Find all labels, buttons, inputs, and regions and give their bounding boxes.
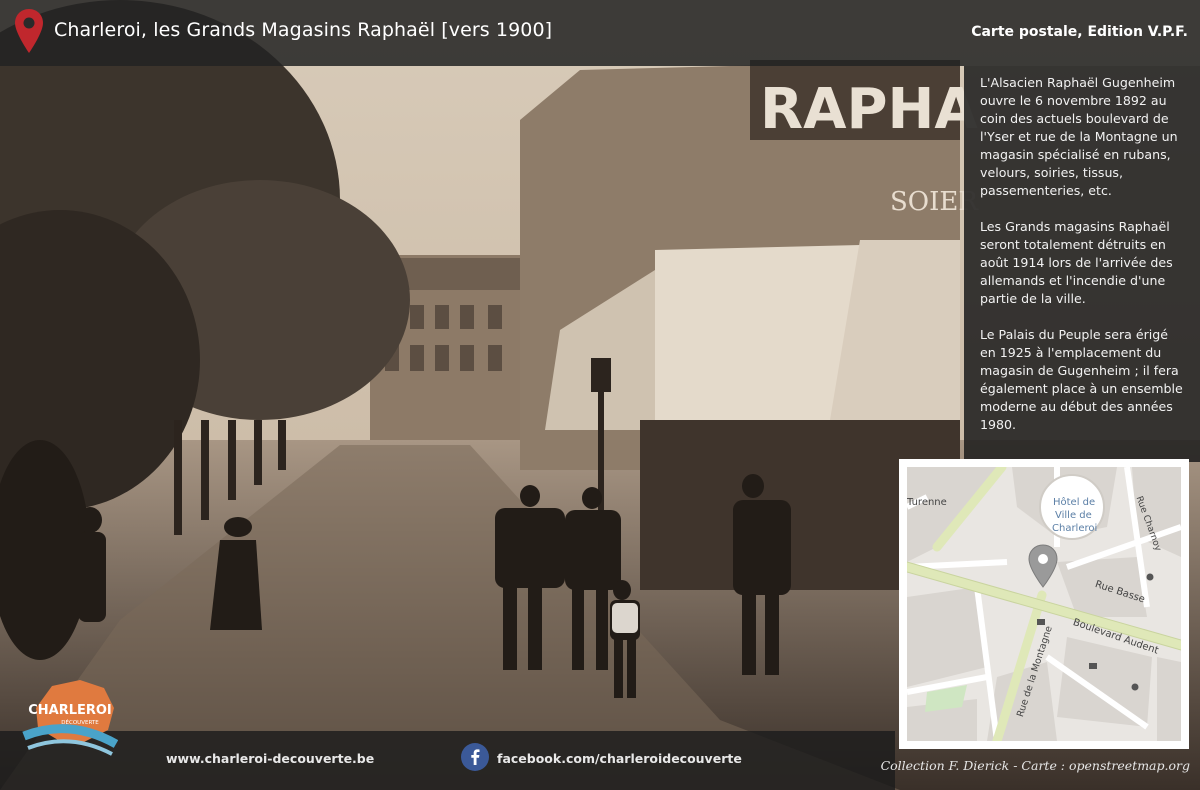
website-link[interactable]: www.charleroi-decouverte.be: [166, 751, 374, 766]
map-label-hotel: Ville de: [1055, 510, 1092, 521]
map-label-hotel: Hôtel de: [1053, 497, 1096, 508]
description-paragraph: L'Alsacien Raphaël Gugenheim ouvre le 6 …: [980, 75, 1178, 198]
description-paragraph: Les Grands magasins Raphaël seront total…: [980, 219, 1173, 306]
facebook-icon[interactable]: [461, 743, 489, 771]
map-inset[interactable]: Hôtel de Ville de Charleroi Turenne Rue …: [899, 459, 1189, 749]
logo-text: CHARLEROI: [28, 703, 112, 718]
street-map[interactable]: Hôtel de Ville de Charleroi Turenne Rue …: [907, 467, 1181, 741]
collection-credit: Collection F. Dierick - Carte : openstre…: [880, 758, 1190, 773]
description-panel: L'Alsacien Raphaël Gugenheim ouvre le 6 …: [964, 66, 1200, 462]
charleroi-decouverte-logo[interactable]: CHARLEROI DÉCOUVERTE: [22, 678, 118, 758]
description-paragraph: Le Palais du Peuple sera érigé en 1925 à…: [980, 327, 1183, 432]
footer-bar: [0, 731, 895, 790]
map-label-hotel: Charleroi: [1052, 523, 1098, 534]
map-label-turenne: Turenne: [907, 497, 947, 508]
postcard-credit: Carte postale, Edition V.P.F.: [971, 24, 1188, 40]
header-bar: Charleroi, les Grands Magasins Raphaël […: [0, 0, 1200, 66]
shop-sign-text: RAPHA: [760, 77, 978, 142]
location-pin-icon: [15, 9, 43, 53]
page-title: Charleroi, les Grands Magasins Raphaël […: [54, 19, 553, 41]
logo-subtext: DÉCOUVERTE: [61, 718, 99, 726]
facebook-link[interactable]: facebook.com/charleroidecouverte: [497, 751, 742, 766]
